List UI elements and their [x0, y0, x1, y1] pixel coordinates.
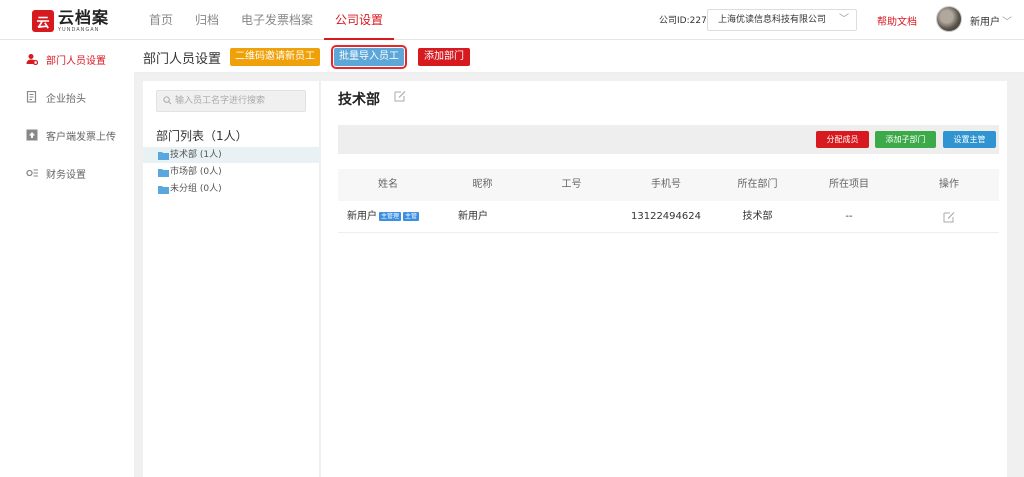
company-select[interactable]: 上海优读信息科技有限公司 ﹀	[707, 9, 857, 31]
staff-table: 姓名 昵称 工号 手机号 所在部门 所在项目 操作 新用户 主管理 主管 新用户…	[338, 169, 999, 233]
logo-text: 云档案	[58, 7, 110, 27]
main-nav: 首页 归档 电子发票档案 公司设置	[138, 0, 395, 40]
avatar[interactable]	[936, 6, 962, 32]
sidebar-item-finance-settings[interactable]: 财务设置	[0, 154, 134, 192]
logo-subtext: YUNDANGAN	[58, 26, 100, 33]
sidebar-item-label: 客户端发票上传	[46, 131, 116, 143]
sidebar-item-dept-staff[interactable]: 部门人员设置	[0, 40, 134, 78]
user-menu[interactable]: 新用户 ﹀	[970, 13, 1012, 28]
dept-item-label: 未分组 (0人)	[170, 184, 222, 194]
dept-name-heading: 技术部	[338, 92, 380, 108]
nav-home[interactable]: 首页	[138, 0, 184, 40]
chevron-down-icon: ﹀	[839, 14, 849, 25]
folder-icon	[158, 168, 169, 177]
company-select-value: 上海优读信息科技有限公司	[718, 15, 827, 25]
add-sub-dept-button[interactable]: 添加子部门	[875, 131, 936, 148]
username: 新用户	[970, 17, 1000, 28]
dept-list-title: 部门列表（1人）	[156, 129, 248, 143]
col-name[interactable]: 姓名	[338, 169, 438, 201]
cell-project: --	[845, 211, 853, 222]
dept-item-label: 市场部 (0人)	[170, 167, 222, 177]
assign-members-button[interactable]: 分配成员	[816, 131, 869, 148]
upload-icon	[26, 129, 38, 141]
cell-actions	[899, 201, 999, 232]
col-actions: 操作	[939, 179, 959, 190]
sidebar-item-client-upload[interactable]: 客户端发票上传	[0, 116, 134, 154]
nav-invoice-archive[interactable]: 电子发票档案	[230, 0, 324, 40]
help-docs-link[interactable]: 帮助文档	[877, 13, 917, 28]
top-bar: 云 云档案 YUNDANGAN 首页 归档 电子发票档案 公司设置 公司ID:2…	[0, 0, 1024, 40]
role-badge: 主管理	[379, 212, 402, 221]
sidebar-item-company-title[interactable]: 企业抬头	[0, 78, 134, 116]
sidebar: 部门人员设置 企业抬头 客户端发票上传 财务设置	[0, 40, 134, 477]
table-header: 姓名 昵称 工号 手机号 所在部门 所在项目 操作	[338, 169, 999, 201]
col-project[interactable]: 所在项目	[799, 169, 899, 201]
search-placeholder: 输入员工名字进行搜索	[175, 96, 266, 106]
table-row[interactable]: 新用户 主管理 主管 新用户 13122494624 技术部 --	[338, 201, 999, 233]
logo[interactable]: 云 云档案 YUNDANGAN	[32, 6, 122, 36]
cell-nickname: 新用户	[458, 211, 488, 222]
employee-name: 新用户	[347, 210, 377, 222]
page-title: 部门人员设置	[143, 52, 222, 67]
dept-item-label: 技术部 (1人)	[170, 150, 222, 160]
dept-panel: 输入员工名字进行搜索 部门列表（1人） 技术部 (1人) 市场部 (0人) 未分…	[143, 81, 320, 477]
cell-dept: 技术部	[742, 211, 773, 222]
sidebar-item-label: 企业抬头	[46, 93, 86, 105]
settings-icon	[26, 167, 38, 179]
sidebar-item-label: 部门人员设置	[46, 55, 106, 67]
content-header: 部门人员设置 二维码邀请新员工 批量导入员工 添加部门	[134, 40, 1024, 73]
users-gear-icon	[26, 53, 38, 65]
col-employee-no[interactable]: 工号	[527, 169, 616, 201]
document-icon	[26, 91, 38, 103]
col-phone[interactable]: 手机号	[616, 169, 716, 201]
edit-icon[interactable]	[943, 211, 955, 223]
col-nickname[interactable]: 昵称	[438, 169, 527, 201]
sidebar-item-label: 财务设置	[46, 169, 86, 181]
cell-employee-no	[527, 201, 616, 232]
company-id: 公司ID:227	[659, 16, 707, 26]
cell-phone: 13122494624	[631, 211, 701, 222]
chevron-down-icon: ﹀	[1002, 17, 1012, 28]
role-badge: 主管	[403, 212, 420, 221]
edit-icon[interactable]	[394, 90, 406, 102]
nav-archive[interactable]: 归档	[184, 0, 230, 40]
search-icon	[163, 96, 172, 105]
action-bar: 分配成员 添加子部门 设置主管	[338, 125, 999, 154]
batch-import-button[interactable]: 批量导入员工	[331, 45, 407, 69]
dept-item-tech[interactable]: 技术部 (1人)	[143, 147, 320, 163]
qr-invite-button[interactable]: 二维码邀请新员工	[230, 48, 320, 66]
add-dept-button[interactable]: 添加部门	[418, 48, 470, 66]
main-panel: 技术部 分配成员 添加子部门 设置主管 姓名 昵称 工号 手机号 所在部门 所在…	[321, 81, 1007, 477]
dept-item-market[interactable]: 市场部 (0人)	[143, 164, 320, 180]
set-manager-button[interactable]: 设置主管	[943, 131, 996, 148]
cell-name: 新用户 主管理 主管	[338, 201, 438, 232]
dept-item-ungrouped[interactable]: 未分组 (0人)	[143, 181, 320, 197]
employee-search-input[interactable]: 输入员工名字进行搜索	[156, 90, 306, 112]
nav-company-settings[interactable]: 公司设置	[324, 0, 395, 40]
folder-icon	[158, 185, 169, 194]
logo-mark-icon: 云	[32, 10, 54, 32]
folder-icon	[158, 151, 169, 160]
col-dept[interactable]: 所在部门	[716, 169, 799, 201]
